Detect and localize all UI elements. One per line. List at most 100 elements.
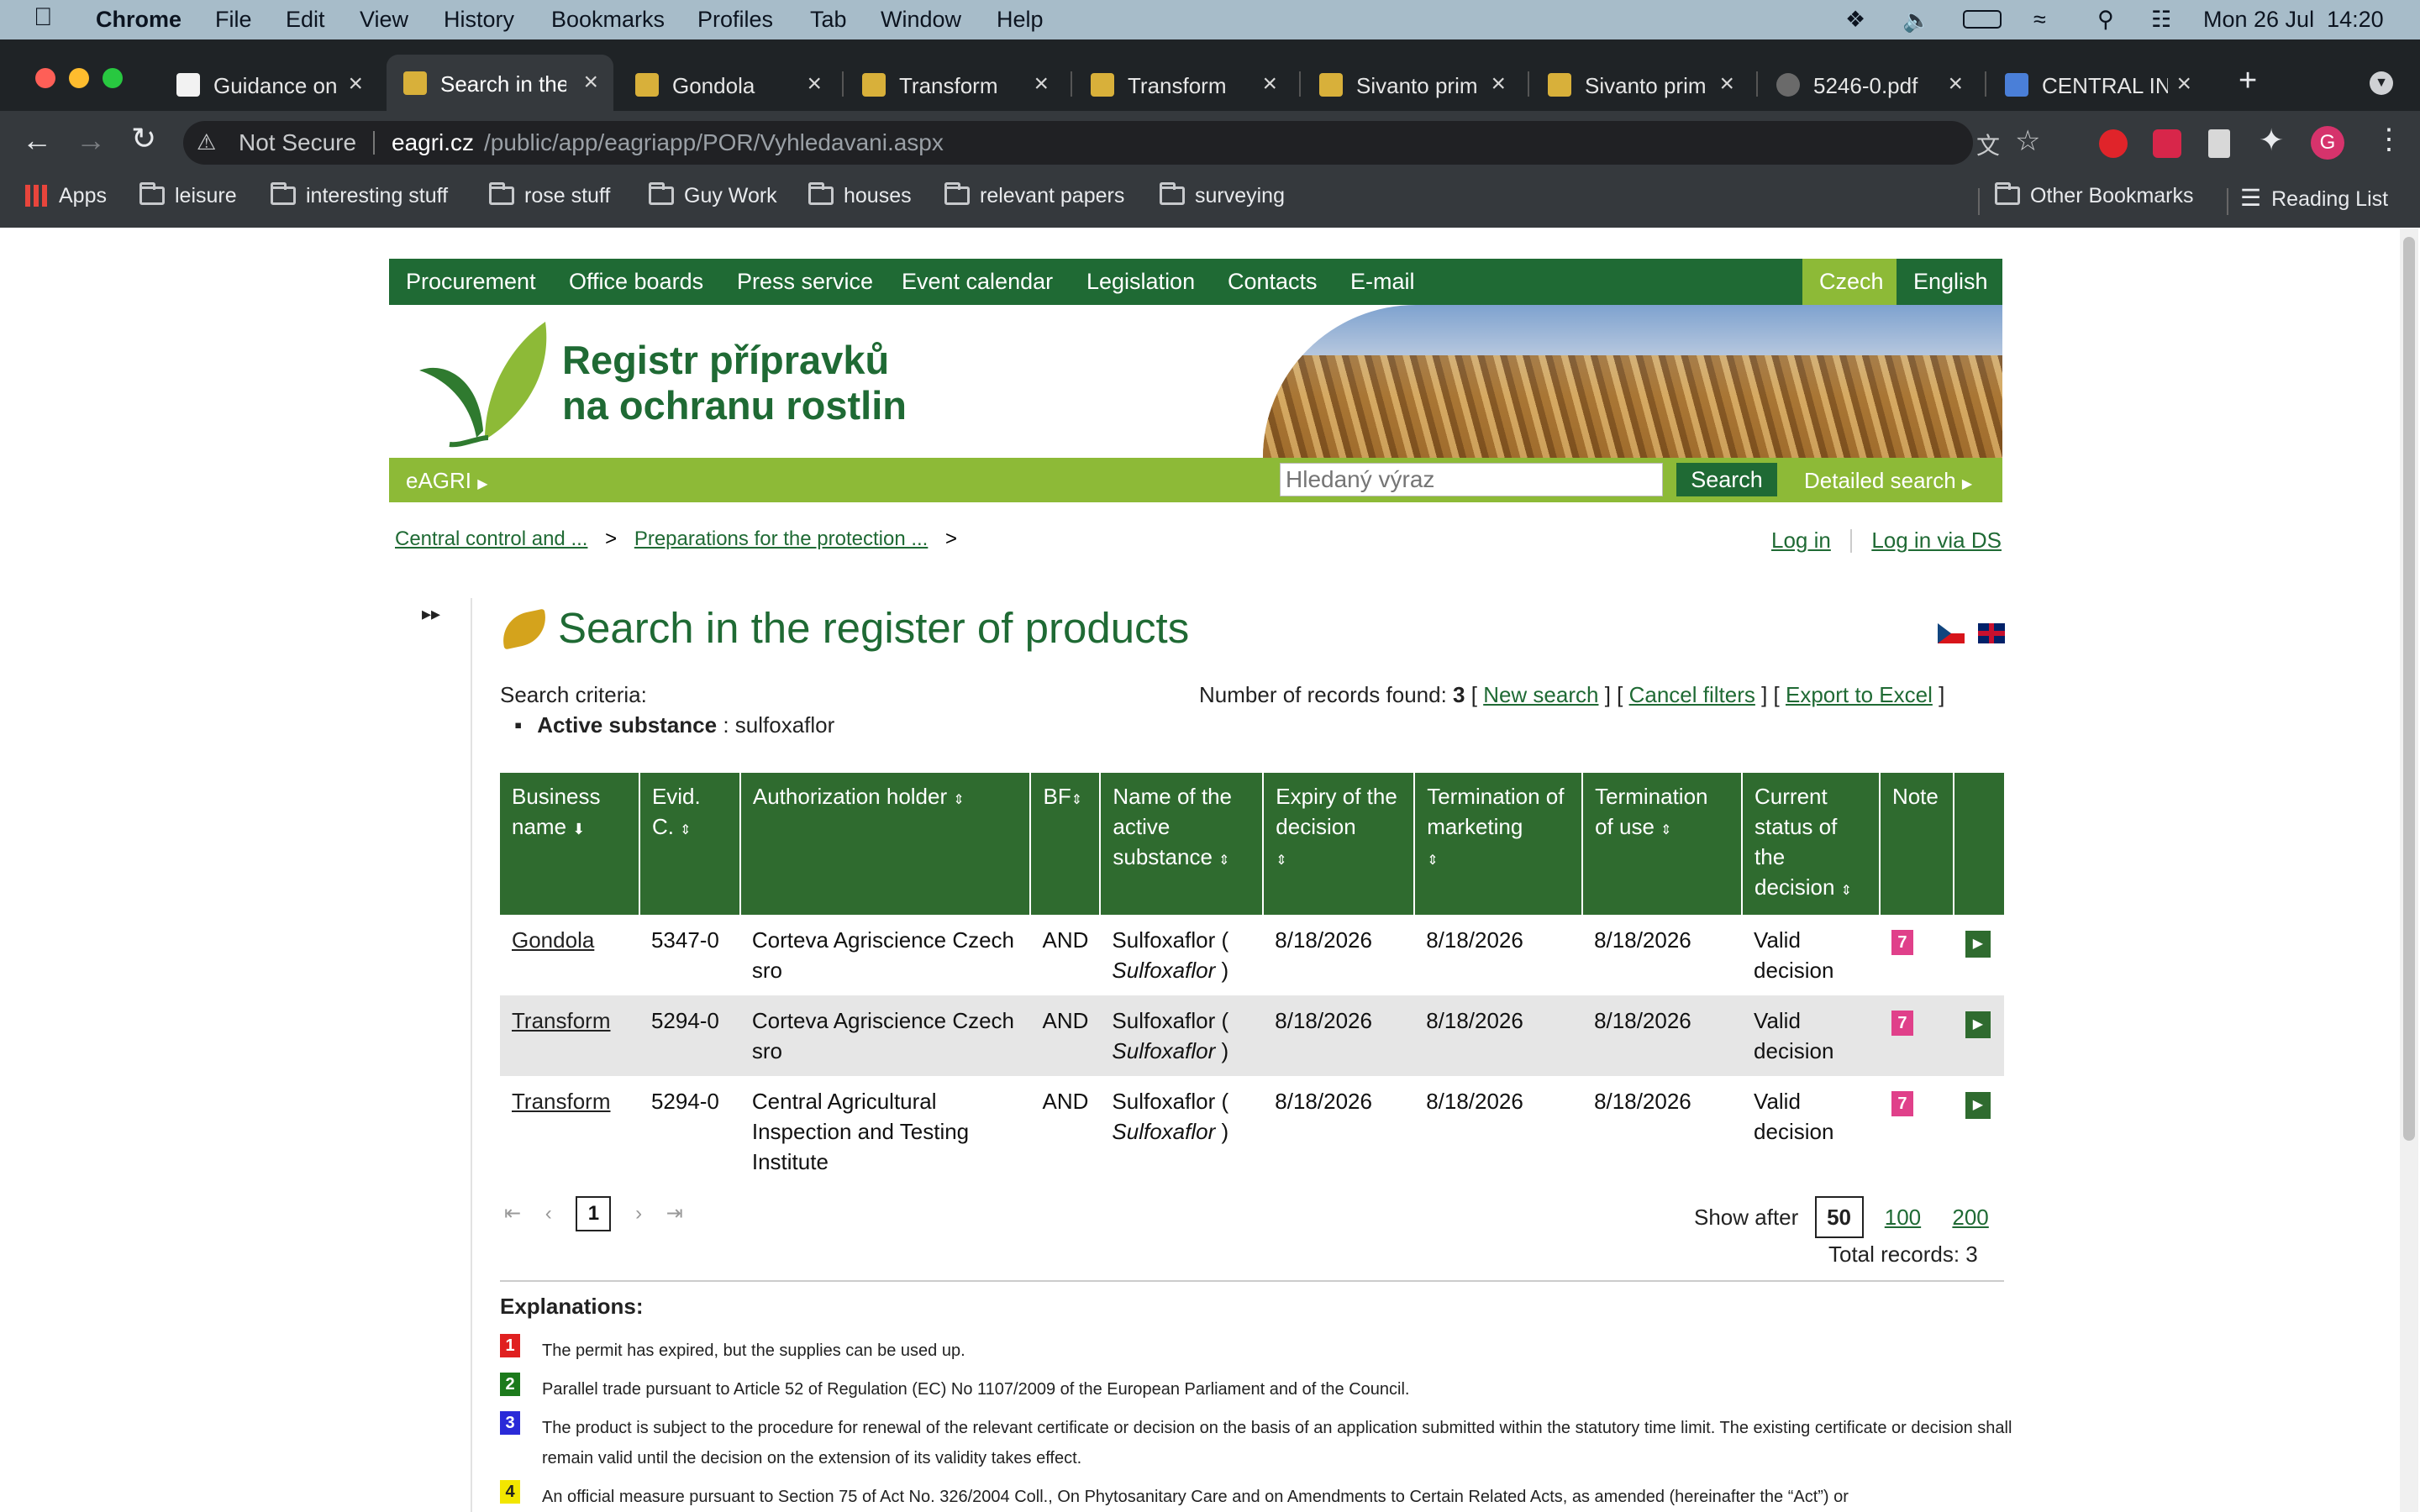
col-status[interactable]: Current status of the decision ⇕ bbox=[1742, 773, 1881, 915]
detailed-search-link[interactable]: Detailed search ▶ bbox=[1804, 468, 1972, 494]
bookmark-folder-leisure[interactable]: leisure bbox=[139, 182, 237, 208]
menu-help[interactable]: Help bbox=[997, 7, 1044, 33]
address-bar[interactable]: ⚠ Not Secure eagri.cz /public/app/eagria… bbox=[183, 121, 2040, 165]
bookmark-folder-surveying[interactable]: surveying bbox=[1160, 182, 1285, 208]
col-active-substance[interactable]: Name of the active substance ⇕ bbox=[1100, 773, 1265, 915]
tab-pdf[interactable]: 5246-0.pdf × bbox=[1760, 56, 1978, 112]
menu-view[interactable]: View bbox=[360, 7, 408, 33]
menu-edit[interactable]: Edit bbox=[286, 7, 325, 33]
breadcrumb-central-control[interactable]: Central control and ... bbox=[395, 528, 587, 550]
extension-doc-icon[interactable] bbox=[2208, 129, 2230, 158]
sort-icon[interactable]: ⇕ bbox=[1071, 793, 1082, 807]
sidebar-expand-icon[interactable]: ▸▸ bbox=[422, 603, 440, 625]
search-input[interactable] bbox=[1280, 463, 1663, 496]
menu-profiles[interactable]: Profiles bbox=[697, 7, 773, 33]
breadcrumb-preparations[interactable]: Preparations for the protection ... bbox=[634, 528, 929, 550]
tab-close-icon[interactable]: × bbox=[583, 68, 598, 97]
sort-icon[interactable]: ⇕ bbox=[1218, 853, 1229, 868]
current-page[interactable]: 1 bbox=[576, 1196, 612, 1231]
logo-title-line1[interactable]: Registr přípravků bbox=[562, 337, 889, 383]
sort-icon[interactable]: ⇕ bbox=[1276, 853, 1286, 868]
note-badge[interactable]: 7 bbox=[1891, 930, 1913, 955]
first-page-icon[interactable]: ⇤ bbox=[504, 1202, 521, 1225]
control-center-icon[interactable]: ☷ bbox=[2151, 7, 2171, 33]
bookmark-apps[interactable]: Apps bbox=[25, 184, 107, 208]
tab-close-icon[interactable]: × bbox=[1491, 70, 1506, 98]
page-size-100[interactable]: 100 bbox=[1885, 1205, 1921, 1230]
profile-avatar[interactable]: G bbox=[2311, 126, 2344, 160]
note-badge[interactable]: 7 bbox=[1891, 1011, 1913, 1036]
nav-office-boards[interactable]: Office boards bbox=[569, 269, 703, 295]
leaf-logo-icon[interactable] bbox=[411, 312, 554, 454]
tab-central[interactable]: CENTRAL IN × bbox=[1988, 56, 2207, 112]
col-holder[interactable]: Authorization holder ⇕ bbox=[739, 773, 1032, 915]
page-size-50[interactable]: 50 bbox=[1814, 1196, 1864, 1238]
tab-guidance[interactable]: Guidance on × bbox=[160, 56, 378, 112]
cancel-filters-link[interactable]: Cancel filters bbox=[1629, 682, 1755, 707]
menu-file[interactable]: File bbox=[215, 7, 252, 33]
col-expiry[interactable]: Expiry of the decision ⇕ bbox=[1263, 773, 1416, 915]
detail-arrow-icon[interactable]: ▶ bbox=[1965, 1011, 1991, 1038]
extensions-puzzle-icon[interactable]: ✦ bbox=[2259, 123, 2284, 158]
last-page-icon[interactable]: ⇥ bbox=[666, 1202, 683, 1225]
tab-transform-1[interactable]: Transform × bbox=[845, 56, 1064, 112]
bookmark-star-icon[interactable]: ☆ bbox=[2015, 124, 2040, 158]
export-excel-link[interactable]: Export to Excel bbox=[1786, 682, 1933, 707]
nav-procurement[interactable]: Procurement bbox=[406, 269, 536, 295]
lang-english[interactable]: English bbox=[1913, 269, 1988, 295]
tab-close-icon[interactable]: × bbox=[1262, 70, 1277, 98]
close-window-button[interactable] bbox=[35, 68, 55, 88]
menu-window[interactable]: Window bbox=[881, 7, 961, 33]
reload-icon[interactable]: ↻ bbox=[131, 121, 156, 156]
col-termination-use[interactable]: Termination of use ⇕ bbox=[1582, 773, 1744, 915]
tab-close-icon[interactable]: × bbox=[348, 70, 363, 98]
tab-sivanto-2[interactable]: Sivanto prim × bbox=[1531, 56, 1749, 112]
translate-icon[interactable]: 文 bbox=[1976, 128, 2000, 161]
bookmark-folder-rose-stuff[interactable]: rose stuff bbox=[489, 182, 610, 208]
wifi-icon[interactable]: ≈ bbox=[2033, 7, 2046, 33]
search-button[interactable]: Search bbox=[1676, 463, 1777, 496]
col-business-name[interactable]: Business name ⬇ bbox=[500, 773, 640, 915]
menu-tab[interactable]: Tab bbox=[810, 7, 847, 33]
next-page-icon[interactable]: › bbox=[635, 1202, 642, 1225]
menu-history[interactable]: History bbox=[444, 7, 514, 33]
eagri-link[interactable]: eAGRI ▶ bbox=[406, 468, 488, 494]
warning-icon[interactable]: ⚠ bbox=[197, 129, 216, 155]
col-evid[interactable]: Evid. C. ⇕ bbox=[639, 773, 741, 915]
note-badge[interactable]: 7 bbox=[1891, 1091, 1913, 1116]
extension-mendeley-icon[interactable] bbox=[2153, 129, 2181, 158]
tab-sivanto-1[interactable]: Sivanto prim × bbox=[1302, 56, 1521, 112]
sort-icon[interactable]: ⇕ bbox=[1841, 884, 1852, 898]
sort-icon[interactable]: ⇕ bbox=[1660, 823, 1671, 837]
security-label[interactable]: Not Secure bbox=[239, 129, 356, 156]
col-bf[interactable]: BF⇕ bbox=[1030, 773, 1102, 915]
apple-icon[interactable]:  bbox=[34, 3, 53, 32]
detail-arrow-icon[interactable]: ▶ bbox=[1965, 1092, 1991, 1119]
detail-arrow-icon[interactable]: ▶ bbox=[1965, 931, 1991, 958]
bookmark-folder-houses[interactable]: houses bbox=[808, 182, 912, 208]
nav-email[interactable]: E-mail bbox=[1350, 269, 1415, 295]
product-link[interactable]: Transform bbox=[512, 1008, 611, 1033]
scrollbar-thumb[interactable] bbox=[2403, 237, 2415, 1141]
bookmark-folder-interesting-stuff[interactable]: interesting stuff bbox=[271, 182, 448, 208]
nav-event-calendar[interactable]: Event calendar bbox=[902, 269, 1053, 295]
back-icon[interactable]: ← bbox=[22, 123, 52, 158]
tab-gondola[interactable]: Gondola × bbox=[618, 56, 837, 112]
tab-close-icon[interactable]: × bbox=[807, 70, 822, 98]
url-path[interactable]: /public/app/eagriapp/POR/Vyhledavani.asp… bbox=[484, 129, 944, 156]
product-link[interactable]: Gondola bbox=[512, 927, 594, 953]
sort-icon[interactable]: ⇕ bbox=[680, 823, 691, 837]
menu-app-name[interactable]: Chrome bbox=[96, 7, 182, 33]
sort-icon[interactable]: ⇕ bbox=[953, 793, 964, 807]
menu-bookmarks[interactable]: Bookmarks bbox=[551, 7, 665, 33]
minimize-window-button[interactable] bbox=[69, 68, 89, 88]
col-termination-marketing[interactable]: Termination of marketing ⇕ bbox=[1414, 773, 1584, 915]
sort-desc-icon[interactable]: ⬇ bbox=[572, 821, 585, 837]
forward-icon[interactable]: → bbox=[76, 123, 106, 158]
new-search-link[interactable]: New search bbox=[1483, 682, 1598, 707]
tab-close-icon[interactable]: × bbox=[1948, 70, 1963, 98]
logo-title-line2[interactable]: na ochranu rostlin bbox=[562, 382, 907, 428]
volume-icon[interactable]: 🔈 bbox=[1902, 7, 1931, 34]
new-tab-button[interactable]: + bbox=[2238, 63, 2257, 99]
uk-flag-icon[interactable] bbox=[1978, 623, 2005, 643]
